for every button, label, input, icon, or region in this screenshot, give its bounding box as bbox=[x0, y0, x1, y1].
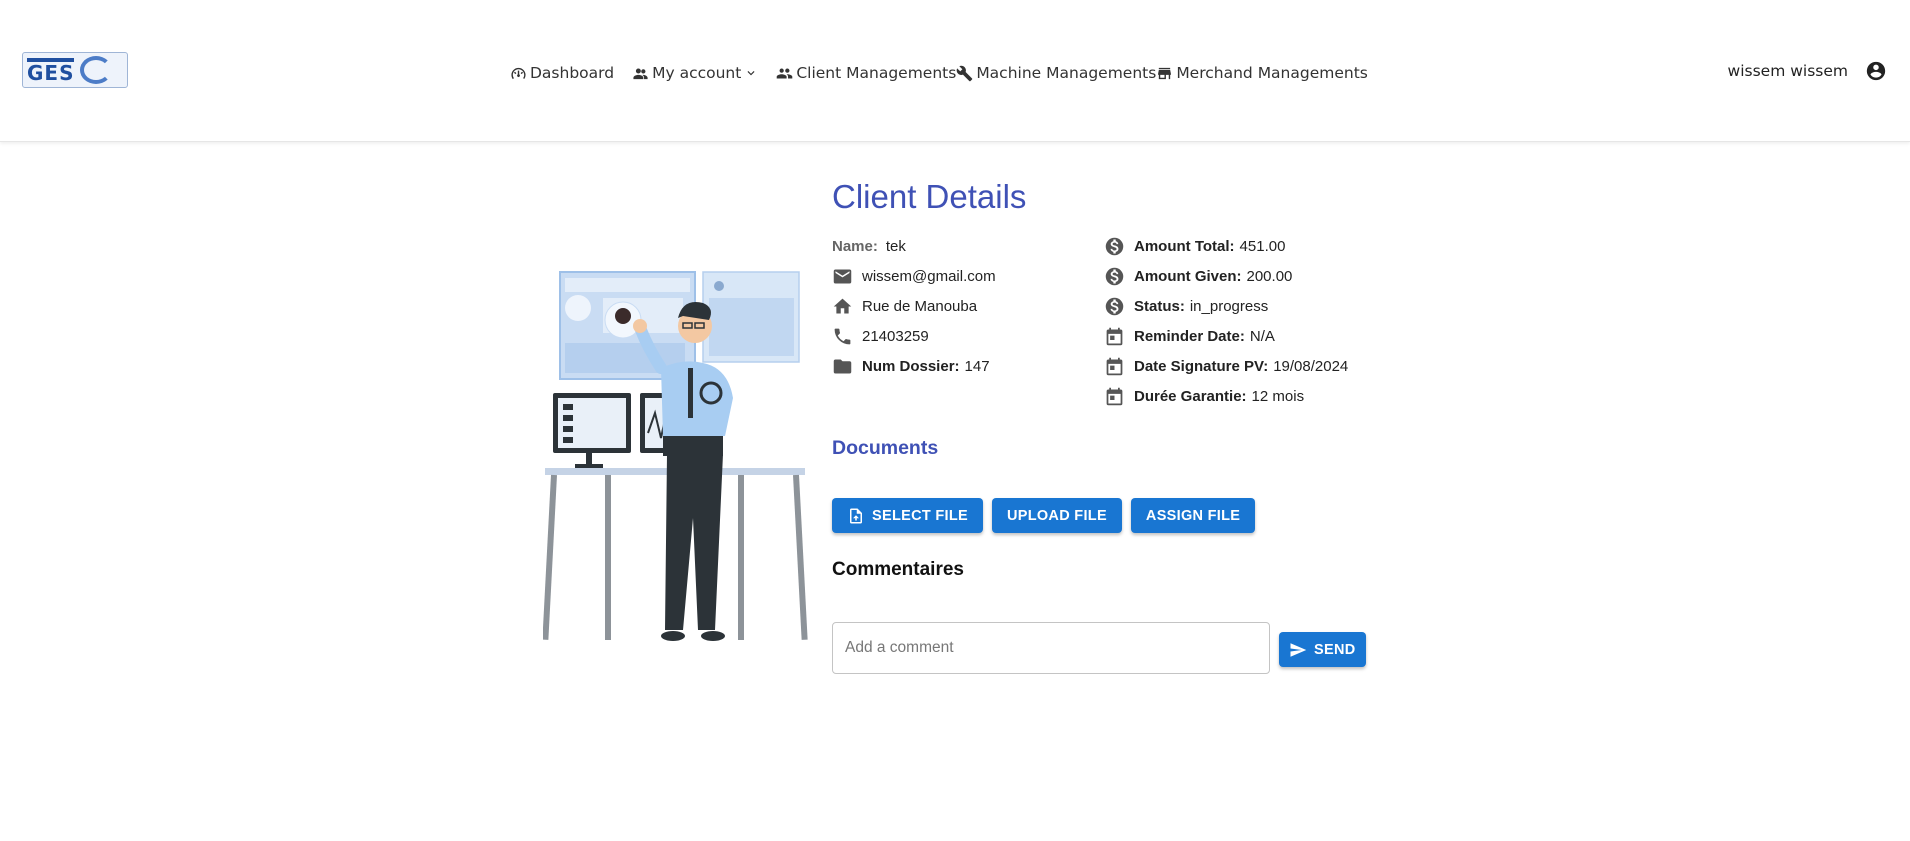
assign-file-button[interactable]: ASSIGN FILE bbox=[1130, 498, 1256, 533]
amount-given-label: Amount Given: bbox=[1134, 267, 1242, 285]
num-dossier-value: 147 bbox=[964, 357, 990, 375]
dollar-icon bbox=[1105, 237, 1124, 255]
reminder-date-label: Reminder Date: bbox=[1134, 327, 1245, 345]
store-icon bbox=[1158, 67, 1172, 79]
upload-file-icon bbox=[850, 508, 862, 523]
dollar-icon bbox=[1105, 297, 1124, 315]
nav-merchand-managements-label: Merchand Managements bbox=[1176, 64, 1368, 82]
logo-text: GES bbox=[27, 57, 75, 83]
send-icon bbox=[1290, 642, 1307, 657]
client-phone: 21403259 bbox=[862, 327, 929, 345]
amount-given-row: Amount Given: 200.00 bbox=[1104, 261, 1374, 291]
upload-file-button[interactable]: UPLOAD FILE bbox=[991, 498, 1122, 533]
duree-garantie-label: Durée Garantie: bbox=[1134, 387, 1247, 405]
nav-client-managements[interactable]: Client Managements bbox=[776, 64, 956, 82]
calendar-icon bbox=[1106, 357, 1123, 375]
home-icon bbox=[833, 298, 852, 313]
date-signature-value: 19/08/2024 bbox=[1273, 357, 1349, 375]
client-info-left: Name: tek wissem@gmail.com Rue de Manoub… bbox=[832, 231, 1102, 381]
nav-dashboard[interactable]: Dashboard bbox=[510, 64, 614, 82]
account-circle-icon[interactable] bbox=[1865, 60, 1887, 82]
calendar-icon bbox=[1106, 387, 1123, 405]
nav-machine-managements[interactable]: Machine Managements bbox=[956, 64, 1156, 82]
top-navbar: GES Dashboard My account Client Manageme… bbox=[0, 0, 1910, 142]
group-icon bbox=[777, 68, 793, 78]
client-details-panel: Client Details Name: tek wissem@gmail.co… bbox=[832, 178, 1366, 674]
comment-input[interactable] bbox=[832, 622, 1270, 674]
user-menu[interactable]: wissem wissem bbox=[1728, 60, 1887, 82]
reminder-date-value: N/A bbox=[1249, 327, 1275, 345]
select-file-label: SELECT FILE bbox=[872, 507, 968, 524]
client-illustration bbox=[543, 271, 808, 641]
nav-my-account[interactable]: My account bbox=[632, 64, 758, 82]
upload-file-label: UPLOAD FILE bbox=[1006, 507, 1107, 524]
status-row: Status: in_progress bbox=[1104, 291, 1374, 321]
phone-icon bbox=[834, 328, 851, 344]
duree-garantie-row: Durée Garantie: 12 mois bbox=[1104, 381, 1374, 411]
client-phone-row: 21403259 bbox=[832, 321, 1102, 351]
client-address-row: Rue de Manouba bbox=[832, 291, 1102, 321]
client-email-row: wissem@gmail.com bbox=[832, 261, 1102, 291]
select-file-button[interactable]: SELECT FILE bbox=[832, 498, 983, 533]
status-value: in_progress bbox=[1189, 297, 1269, 315]
comments-heading: Commentaires bbox=[832, 559, 964, 580]
num-dossier-label: Num Dossier: bbox=[862, 357, 960, 375]
client-info-right: Amount Total: 451.00 Amount Given: 200.0… bbox=[1104, 231, 1374, 411]
document-actions: SELECT FILE UPLOAD FILE ASSIGN FILE bbox=[832, 498, 1256, 533]
duree-garantie-value: 12 mois bbox=[1251, 387, 1305, 405]
num-dossier-row: Num Dossier: 147 bbox=[832, 351, 1102, 381]
logo-g-mark bbox=[80, 56, 113, 84]
chevron-down-icon bbox=[747, 71, 755, 76]
page-title: Client Details bbox=[832, 178, 1027, 215]
amount-total-label: Amount Total: bbox=[1134, 237, 1235, 255]
amount-total-row: Amount Total: 451.00 bbox=[1104, 231, 1374, 261]
wrench-icon bbox=[956, 65, 973, 81]
company-logo[interactable]: GES bbox=[22, 52, 128, 88]
amount-given-value: 200.00 bbox=[1246, 267, 1293, 285]
client-email: wissem@gmail.com bbox=[862, 267, 996, 285]
assign-file-label: ASSIGN FILE bbox=[1145, 507, 1241, 524]
user-name: wissem wissem bbox=[1727, 62, 1848, 80]
nav-my-account-label: My account bbox=[652, 64, 742, 82]
folder-icon bbox=[833, 359, 852, 373]
nav-merchand-managements[interactable]: Merchand Managements bbox=[1156, 64, 1368, 82]
email-icon bbox=[833, 269, 852, 283]
nav-client-managements-label: Client Managements bbox=[796, 64, 957, 82]
documents-heading: Documents bbox=[832, 437, 939, 459]
send-label: SEND bbox=[1314, 641, 1356, 658]
main-nav: Dashboard My account Client Managements … bbox=[510, 60, 1368, 86]
nav-dashboard-label: Dashboard bbox=[530, 64, 615, 82]
nav-machine-managements-label: Machine Managements bbox=[976, 64, 1157, 82]
client-name-row: Name: tek bbox=[832, 231, 1102, 261]
send-comment-button[interactable]: SEND bbox=[1279, 632, 1366, 667]
reminder-date-row: Reminder Date: N/A bbox=[1104, 321, 1374, 351]
calendar-icon bbox=[1106, 327, 1123, 345]
client-address: Rue de Manouba bbox=[862, 297, 978, 315]
date-signature-row: Date Signature PV: 19/08/2024 bbox=[1104, 351, 1374, 381]
status-label: Status: bbox=[1134, 297, 1185, 315]
dashboard-icon bbox=[511, 67, 526, 79]
people-icon bbox=[633, 68, 648, 79]
dollar-icon bbox=[1105, 267, 1124, 285]
amount-total-value: 451.00 bbox=[1239, 237, 1286, 255]
name-label: Name: bbox=[832, 237, 878, 255]
client-name: tek bbox=[885, 237, 906, 255]
date-signature-label: Date Signature PV: bbox=[1134, 357, 1269, 375]
